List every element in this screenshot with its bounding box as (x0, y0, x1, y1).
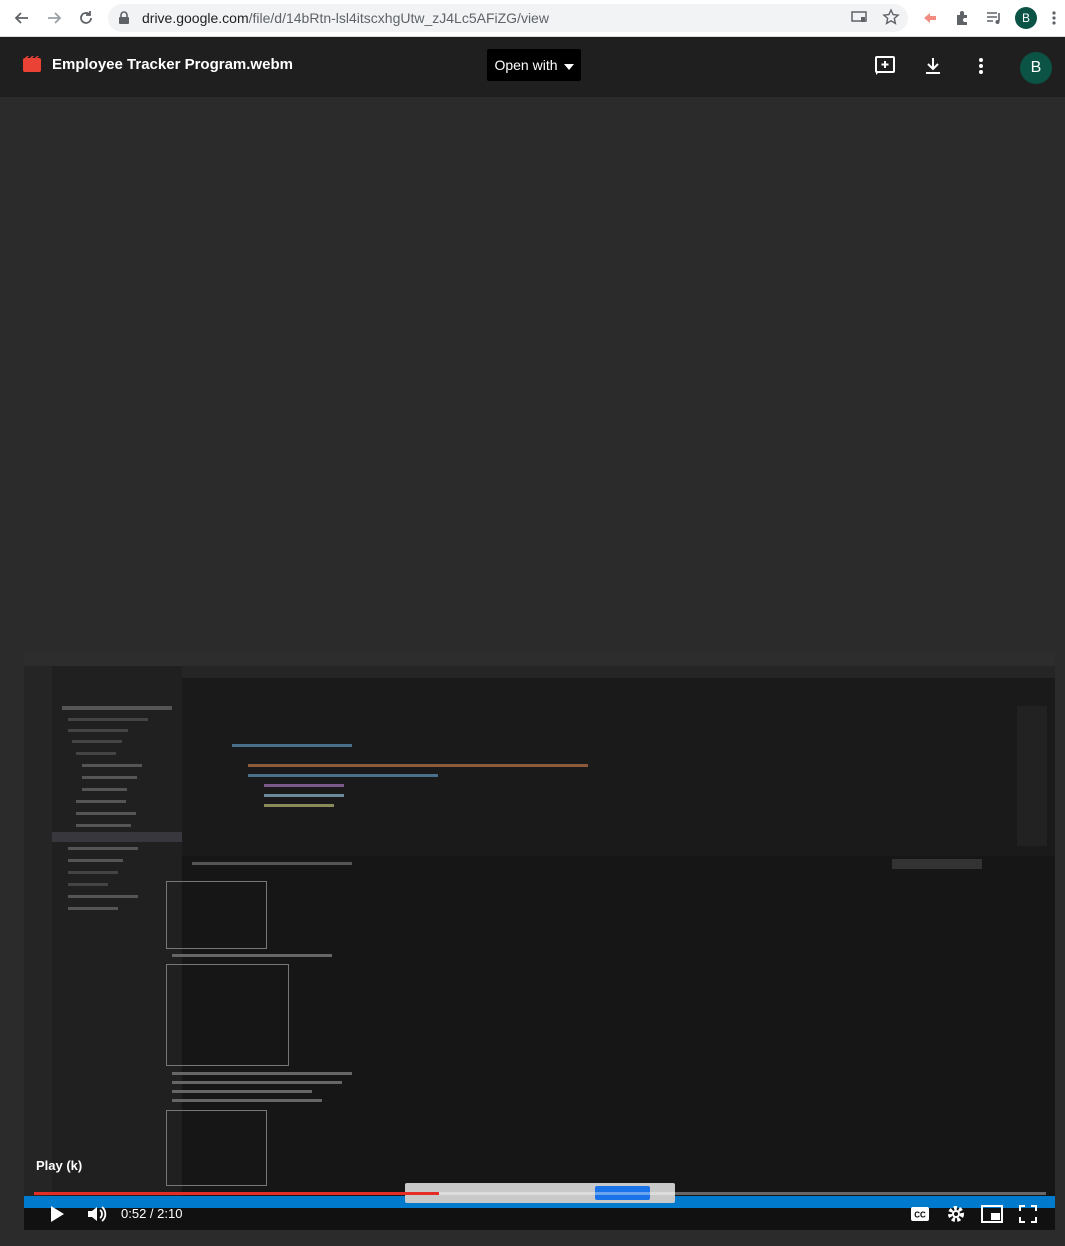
video-frame-activity-bar (24, 666, 52, 1196)
browser-toolbar: drive.google.com/file/d/14bRtn-lsl4itscx… (0, 0, 1065, 37)
time-display: 0:52 / 2:10 (121, 1206, 183, 1221)
open-with-label: Open with (494, 57, 558, 73)
caret-down-icon (563, 57, 574, 73)
cast-icon[interactable] (850, 8, 868, 31)
video-frame-editor (182, 666, 1055, 856)
account-avatar[interactable]: B (1020, 52, 1052, 84)
open-with-button[interactable]: Open with (487, 49, 581, 81)
progress-bar[interactable] (34, 1192, 1046, 1195)
browser-profile-avatar[interactable]: B (1015, 7, 1037, 29)
video-frame-explorer (52, 666, 182, 1196)
play-tooltip: Play (k) (36, 1158, 83, 1173)
url-text: drive.google.com/file/d/14bRtn-lsl4itscx… (142, 10, 549, 26)
volume-icon[interactable] (85, 1203, 109, 1225)
address-bar[interactable]: drive.google.com/file/d/14bRtn-lsl4itscx… (108, 4, 908, 32)
closed-captions-icon[interactable]: CC (908, 1203, 932, 1225)
more-vert-icon[interactable] (969, 54, 993, 78)
settings-gear-icon[interactable] (944, 1203, 968, 1225)
file-title: Employee Tracker Program.webm (52, 56, 293, 73)
media-control-icon[interactable] (982, 6, 1006, 30)
play-icon[interactable] (45, 1203, 69, 1225)
star-icon[interactable] (882, 8, 900, 31)
lock-icon (118, 11, 130, 30)
forward-icon[interactable] (42, 6, 66, 30)
video-frame-titlebar (24, 652, 1055, 666)
progress-played (34, 1192, 439, 1195)
add-comment-icon[interactable] (873, 54, 897, 78)
video-frame-terminal (166, 856, 1055, 1196)
video-file-icon (23, 56, 41, 77)
extension-red-icon[interactable] (918, 6, 942, 30)
svg-text:CC: CC (914, 1211, 926, 1220)
fullscreen-icon[interactable] (1016, 1203, 1040, 1225)
puzzle-icon[interactable] (950, 6, 974, 30)
miniplayer-icon[interactable] (980, 1203, 1004, 1225)
kebab-menu-icon[interactable] (1046, 6, 1062, 30)
video-player[interactable] (24, 652, 1055, 1230)
back-icon[interactable] (10, 6, 34, 30)
download-icon[interactable] (921, 54, 945, 78)
reload-icon[interactable] (74, 6, 98, 30)
